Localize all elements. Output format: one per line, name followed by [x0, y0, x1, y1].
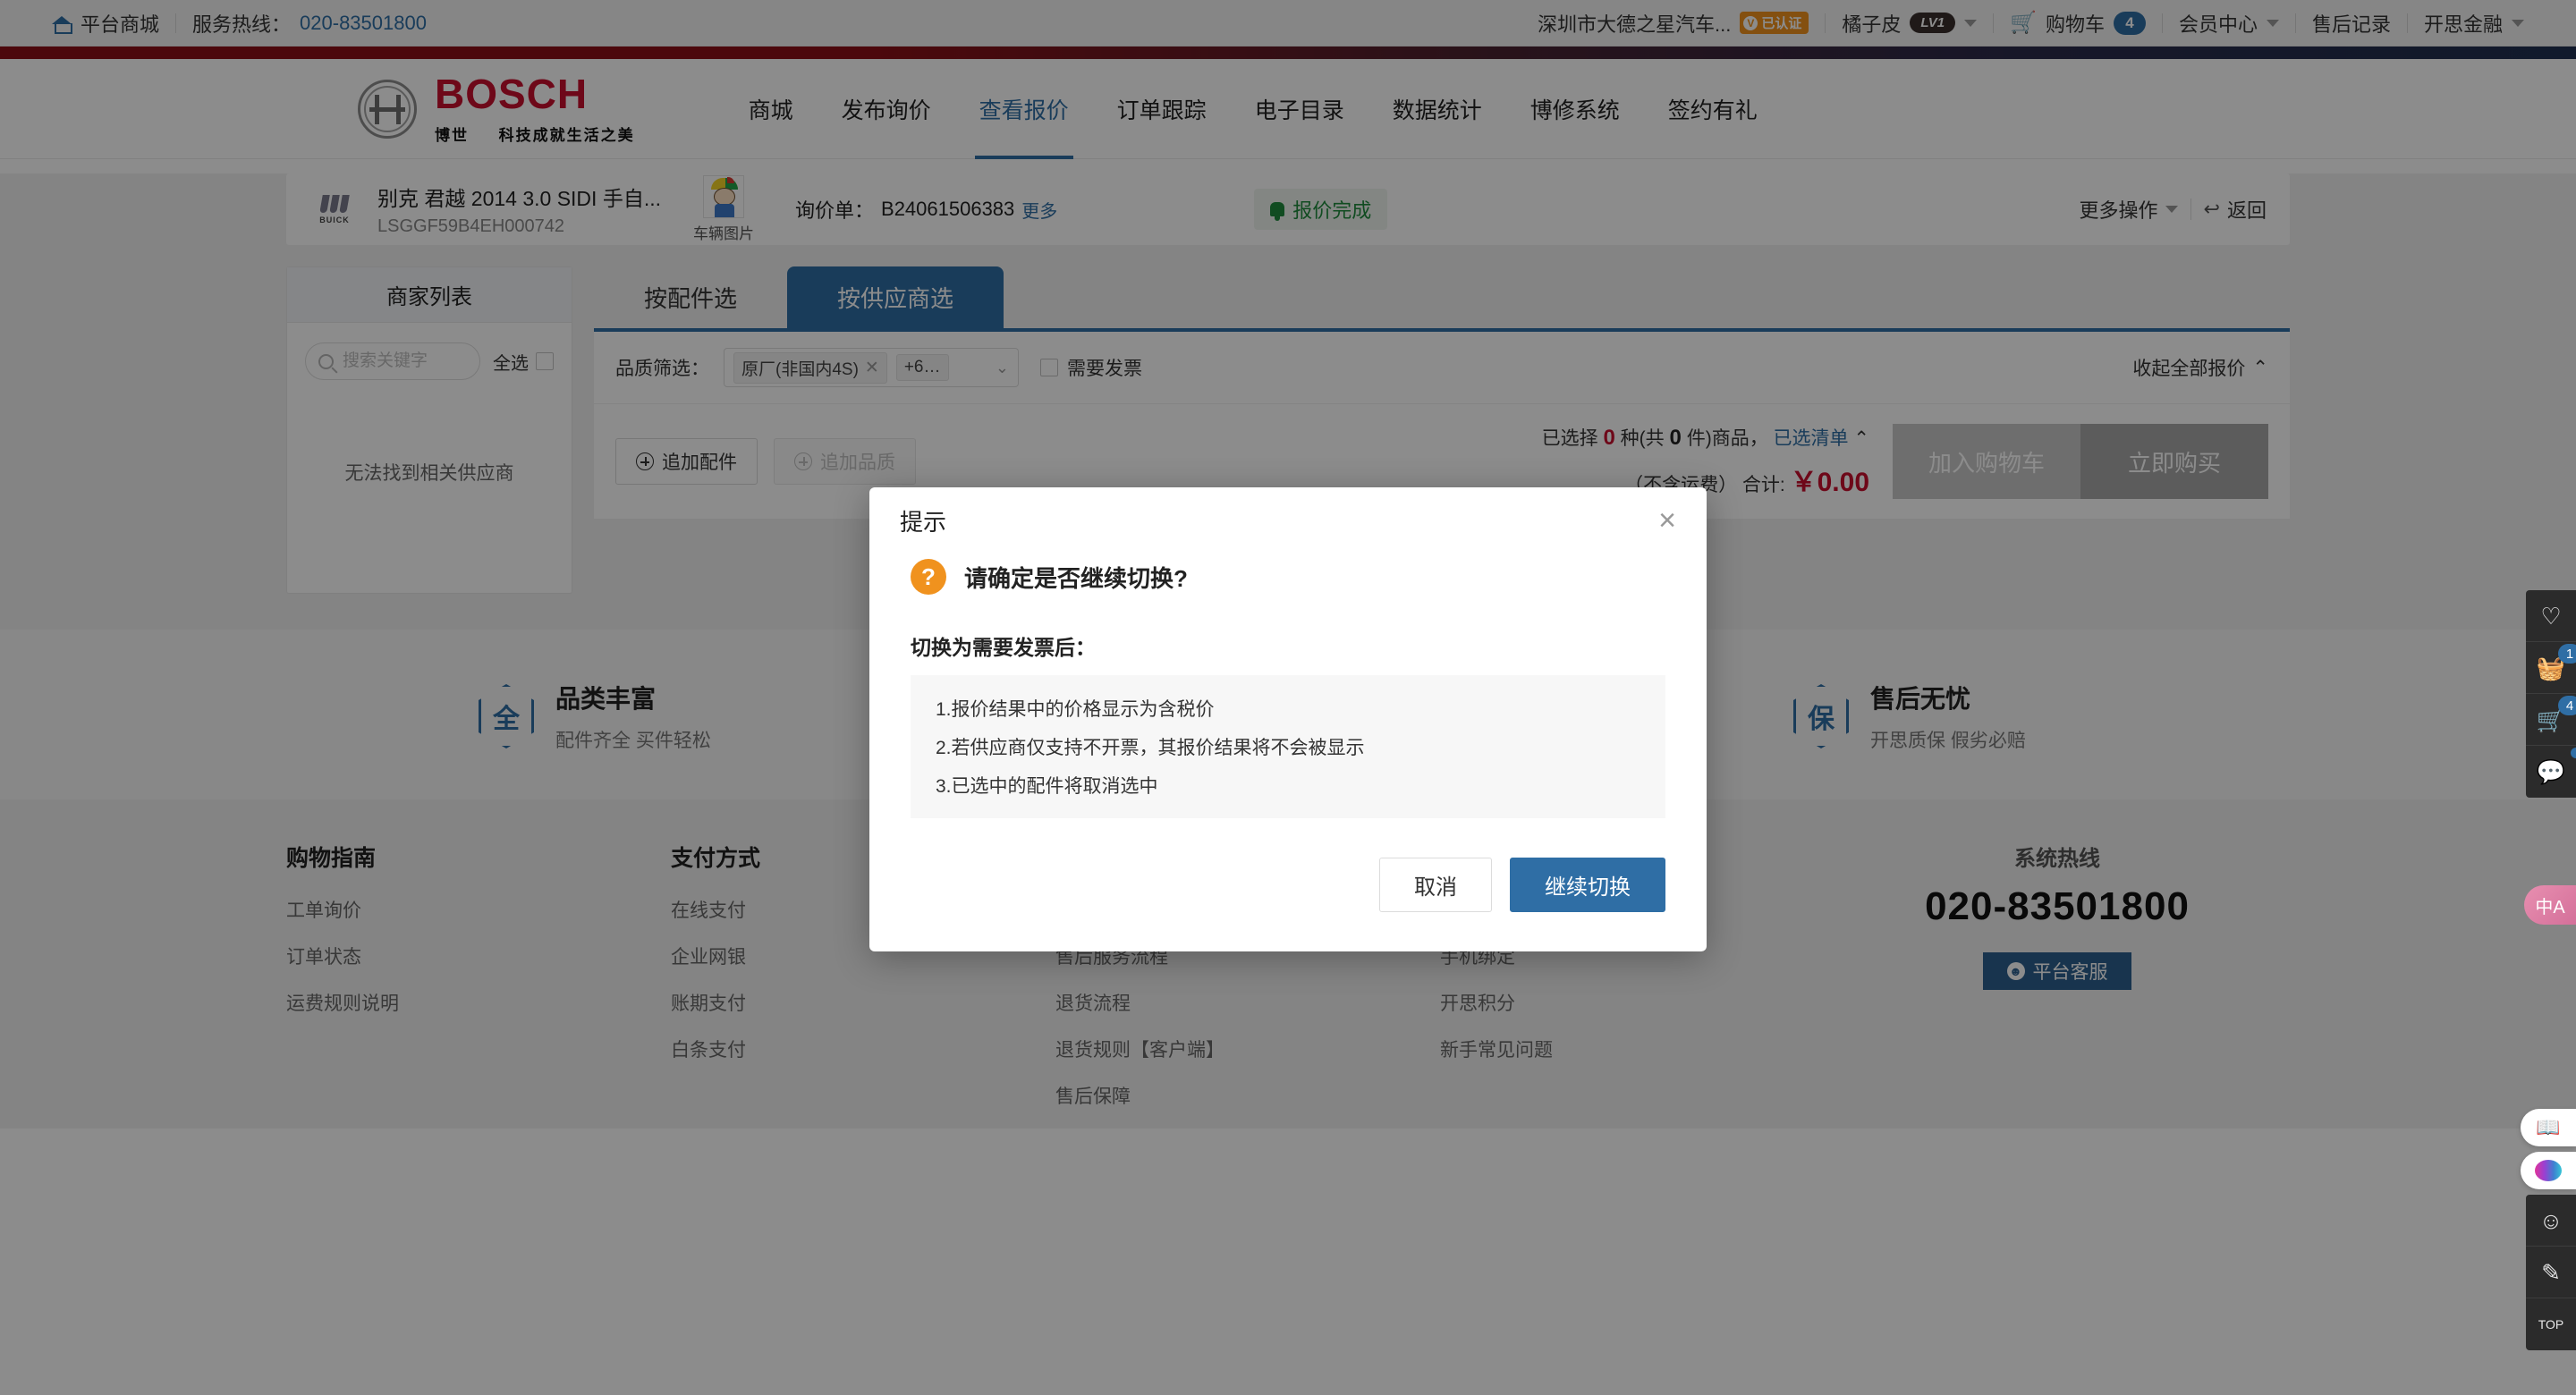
back-to-top-button[interactable]: TOP — [2526, 1298, 2576, 1350]
dialog-note-line: 1.报价结果中的价格显示为含税价 — [936, 695, 1640, 722]
translate-button[interactable]: 中A — [2524, 885, 2576, 925]
confirm-switch-dialog: 提示 × ? 请确定是否继续切换? 切换为需要发票后： 1.报价结果中的价格显示… — [869, 487, 1707, 951]
rail-cart-button[interactable]: 🛒 4 — [2526, 694, 2576, 746]
favorites-button[interactable]: ♡ — [2526, 590, 2576, 642]
heart-icon: ♡ — [2540, 604, 2561, 628]
robot-support-button[interactable]: ☺ — [2526, 1195, 2576, 1247]
dialog-title: 提示 — [900, 504, 946, 537]
basket-button[interactable]: 🧺 1 — [2526, 642, 2576, 694]
dialog-footer: 取消 继续切换 — [869, 818, 1707, 951]
edit-note-icon: ✎ — [2541, 1261, 2561, 1284]
rail-group-bottom: ☺ ✎ TOP — [2526, 1195, 2576, 1350]
page-root: 平台商城 服务热线： 020-83501800 深圳市大德之星汽车... V 已… — [0, 0, 2576, 1395]
rail-cart-badge: 4 — [2558, 696, 2576, 715]
dialog-header: 提示 × — [869, 487, 1707, 554]
ai-assistant-button[interactable] — [2521, 1152, 2576, 1189]
dialog-body: ? 请确定是否继续切换? 切换为需要发票后： 1.报价结果中的价格显示为含税价 … — [869, 554, 1707, 818]
continue-switch-button[interactable]: 继续切换 — [1510, 858, 1665, 912]
chat-bubble-icon: 💬 — [2537, 760, 2565, 783]
dialog-note-line: 3.已选中的配件将取消选中 — [936, 772, 1640, 799]
arrow-up-top-icon: TOP — [2538, 1318, 2564, 1331]
dialog-notes-box: 1.报价结果中的价格显示为含税价 2.若供应商仅支持不开票，其报价结果将不会被显… — [911, 675, 1665, 818]
rail-group-top: ♡ 🧺 1 🛒 4 💬 — [2526, 590, 2576, 798]
dialog-confirm-row: ? 请确定是否继续切换? — [911, 559, 1665, 595]
right-floating-rail-lower: 📖 ☺ ✎ TOP — [2526, 1109, 2576, 1350]
book-icon: 📖 — [2536, 1116, 2560, 1139]
brain-icon — [2535, 1160, 2562, 1181]
dialog-sub-text: 切换为需要发票后： — [911, 630, 1665, 661]
reading-mode-button[interactable]: 📖 — [2521, 1109, 2576, 1146]
right-floating-rail: ♡ 🧺 1 🛒 4 💬 — [2526, 590, 2576, 798]
messages-badge-dot — [2571, 748, 2576, 758]
dialog-confirm-text: 请确定是否继续切换? — [964, 561, 1188, 594]
close-icon[interactable]: × — [1658, 505, 1676, 536]
cancel-button[interactable]: 取消 — [1379, 858, 1492, 912]
robot-face-icon: ☺ — [2539, 1209, 2563, 1232]
dialog-note-line: 2.若供应商仅支持不开票，其报价结果将不会被显示 — [936, 733, 1640, 760]
basket-badge: 1 — [2558, 644, 2576, 664]
translate-icon: 中A — [2535, 892, 2564, 918]
feedback-button[interactable]: ✎ — [2526, 1247, 2576, 1298]
messages-button[interactable]: 💬 — [2526, 746, 2576, 798]
question-mark-icon: ? — [911, 559, 946, 595]
